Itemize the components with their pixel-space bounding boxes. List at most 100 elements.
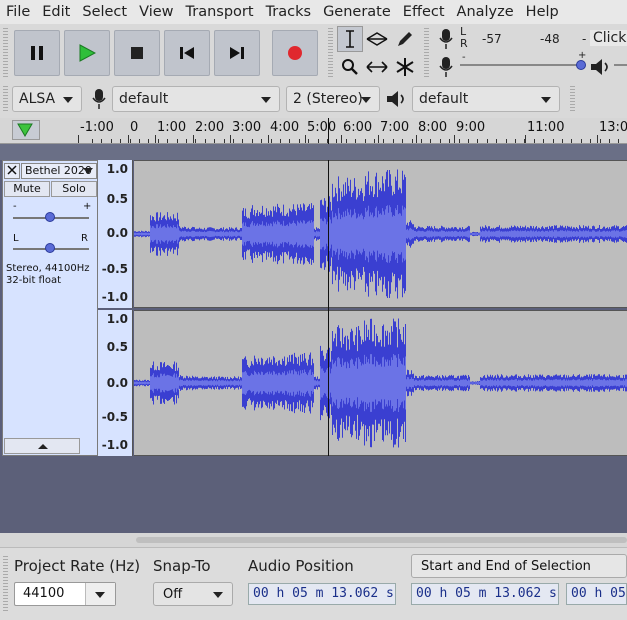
time-shift-tool[interactable] [364,54,390,80]
ruler-tick [155,135,156,143]
slider-plus: + [578,50,587,61]
recording-volume-thumb[interactable] [576,60,586,70]
zoom-tool[interactable] [337,54,363,80]
draw-tool[interactable] [392,26,418,52]
menu-generate[interactable]: Generate [317,4,397,20]
menu-select[interactable]: Select [76,4,133,20]
collapse-track-button[interactable] [4,438,80,454]
record-meter-click[interactable]: Click [590,30,627,46]
ruler-minor-tick [346,139,347,143]
menu-tracks[interactable]: Tracks [260,4,318,20]
project-rate-value: 44100 [23,586,65,601]
playback-device-icon-wrap [384,86,410,112]
ruler-minor-tick [336,139,337,143]
selection-start-field[interactable]: 00 h 05 m 13.062 s [411,583,559,605]
ruler-minor-tick [271,139,272,143]
menu-analyze[interactable]: Analyze [451,4,520,20]
pause-button[interactable] [14,30,60,76]
menu-effect[interactable]: Effect [397,4,451,20]
ruler-minor-tick [92,139,93,143]
record-button[interactable] [272,30,318,76]
recording-volume-slider[interactable] [460,64,582,66]
snap-to-select[interactable]: Off [153,582,233,606]
toolbar-grip[interactable] [424,28,429,78]
scale-label: 0.0 [106,376,128,390]
scale-label: 1.0 [106,162,128,176]
ruler-minor-tick [383,139,384,143]
pan-slider-thumb[interactable] [45,243,55,253]
ruler-tick [525,135,526,143]
recording-device-value: default [119,91,169,107]
play-head-button[interactable] [12,120,40,140]
triangle-down-icon [17,123,33,137]
toolbar-area: L R -57 -48 - Click - + ALSA default 2 (… [0,24,627,118]
waveform-channel-left[interactable] [134,160,627,308]
channels-value: 2 (Stereo) [293,91,363,107]
chevron-down-icon [261,97,271,103]
multi-tool[interactable] [392,54,418,80]
vertical-ruler-right[interactable]: 1.0 0.5 0.0 -0.5 -1.0 [98,310,133,456]
record-meter-button[interactable] [433,26,459,52]
ruler-minor-tick [261,139,262,143]
project-rate-combo[interactable]: 44100 [14,582,116,606]
selection-mode-select[interactable]: Start and End of Selection [411,554,627,578]
horizontal-scrollbar[interactable] [136,537,627,543]
ruler-minor-tick [280,139,281,143]
audio-host-select[interactable]: ALSA [12,86,82,112]
ruler-minor-tick [449,139,450,143]
chevron-down-icon [541,97,551,103]
ruler-minor-tick [355,139,356,143]
menu-help[interactable]: Help [520,4,565,20]
toolbar-grip[interactable] [3,28,8,78]
playback-device-select[interactable]: default [412,86,560,112]
playback-volume-slider[interactable] [614,64,627,66]
solo-button[interactable]: Solo [51,181,97,197]
menu-file[interactable]: File [0,4,36,20]
waveform-channel-right[interactable] [134,310,627,456]
skip-to-end-button[interactable] [214,30,260,76]
ruler-minor-tick [374,139,375,143]
menu-transport[interactable]: Transport [180,4,260,20]
ruler-tick [193,135,194,143]
audio-position-field[interactable]: 00 h 05 m 13.062 s [248,583,396,605]
mute-button[interactable]: Mute [4,181,50,197]
ruler-label: 0 [130,120,139,135]
ruler-minor-tick [534,139,535,143]
play-button[interactable] [64,30,110,76]
timeline-ruler[interactable]: -1:00 0 1:00 2:00 3:00 4:00 5:00 6:00 7:00 8:00 9:… [0,118,627,144]
ruler-minor-tick [581,139,582,143]
snap-to-value: Off [163,587,183,602]
channels-select[interactable]: 2 (Stereo) [286,86,380,112]
selection-toolbar: Project Rate (Hz) 44100 Snap-To Off Audi… [0,547,627,620]
stop-button[interactable] [114,30,160,76]
ruler-label: 4:00 [270,120,300,135]
selection-tool[interactable] [337,26,363,52]
ruler-label: 11:00 [527,120,565,135]
gain-slider-thumb[interactable] [45,212,55,222]
recording-device-select[interactable]: default [112,86,280,112]
toolbar-grip[interactable] [3,86,8,112]
track-name-menu[interactable]: Bethel 2020 [21,163,97,179]
toolbar-grip[interactable] [570,86,575,112]
pan-right-label: R [81,233,88,244]
waveform-right-svg [134,318,627,448]
track-name: Bethel 2020 [25,164,92,177]
track-control-panel: Bethel 2020 Mute Solo - + L R Stereo, 44… [2,160,98,456]
selection-end-field[interactable]: 00 h 05 [566,583,627,605]
meter-scale-2: -48 [540,32,560,46]
toolbar-grip[interactable] [328,28,333,78]
scale-label: 0.5 [106,340,128,354]
menu-view[interactable]: View [133,4,179,20]
ruler-minor-tick [543,139,544,143]
speaker-icon [387,91,404,107]
close-icon [7,165,17,175]
skip-end-icon [230,47,244,59]
menu-edit[interactable]: Edit [36,4,76,20]
vertical-ruler-left[interactable]: 1.0 0.5 0.0 -0.5 -1.0 [98,160,133,308]
empty-track-space[interactable] [0,456,627,536]
skip-to-start-button[interactable] [164,30,210,76]
envelope-tool[interactable] [364,26,390,52]
toolbar-grip[interactable] [3,556,8,612]
close-track-button[interactable] [4,163,20,179]
ruler-tick [416,135,417,143]
